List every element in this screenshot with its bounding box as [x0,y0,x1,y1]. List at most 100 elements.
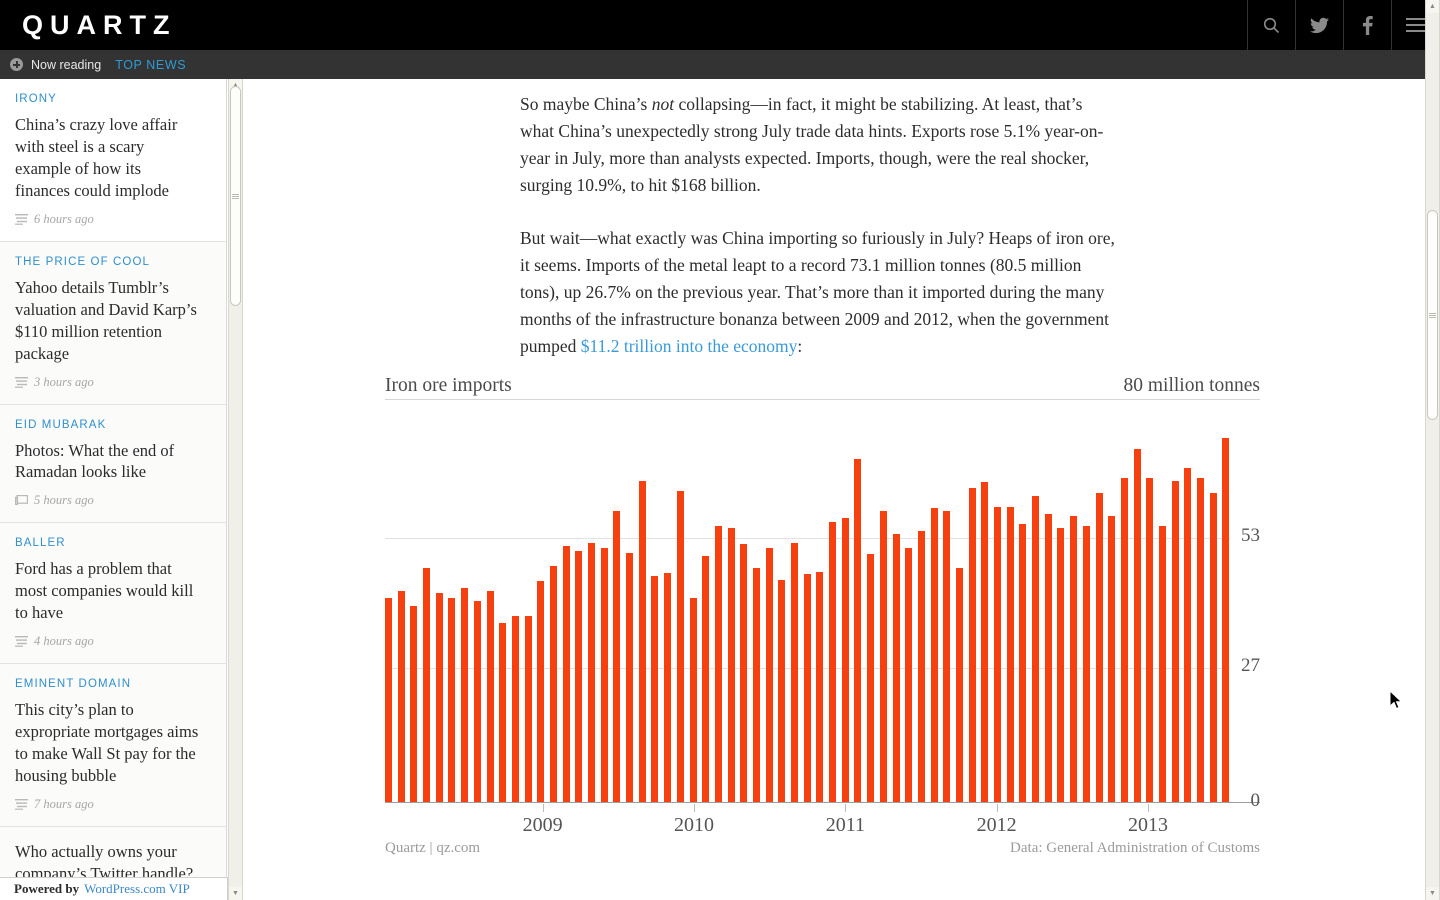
story-kicker[interactable]: IRONY [15,93,200,105]
chart-bar [1057,528,1065,803]
chart-x-tick [1148,804,1150,812]
story-kicker[interactable]: EMINENT DOMAIN [15,678,200,690]
quartz-logo[interactable]: QUARTZ [0,10,176,41]
chart-bar [1133,448,1141,803]
chart-top-axis-label: 80 million tonnes [1123,375,1261,396]
top-bar: QUARTZ [0,0,1440,50]
chart-bars [385,403,1230,803]
chart-bar [1006,506,1014,803]
story-kicker[interactable]: EID MUBARAK [15,419,200,431]
chart-bar [575,550,583,803]
chart-bar [740,544,748,803]
story-kicker[interactable]: BALLER [15,537,200,549]
story-list: IRONY China’s crazy love affair with stee… [0,79,226,900]
chart-bar [613,510,621,803]
chart-bar [905,548,913,803]
photo-icon [15,495,28,506]
story-timestamp: 7 hours ago [34,796,94,811]
story-sidebar[interactable]: IRONY China’s crazy love affair with stee… [0,79,227,900]
topbar-icon-group [1247,0,1440,50]
chart-bar [410,605,418,803]
chart-y-tick-label: 53 [1241,525,1260,546]
story-timestamp: 3 hours ago [34,374,94,389]
now-reading-section[interactable]: TOP NEWS [115,58,186,72]
chart-title: Iron ore imports [385,375,512,396]
main-scroll-up-arrow[interactable]: ▲ [1426,0,1439,13]
chart-bar [778,580,786,803]
chart-bar [917,530,925,803]
chart-bar [448,598,456,803]
chart-x-tick-label: 2009 [522,814,563,836]
chart-bar [626,553,634,803]
chart-bar [524,615,532,803]
chart-bar [651,575,659,803]
now-reading-label: Now reading [31,57,102,72]
now-reading-bar: Now reading TOP NEWS [0,50,1440,79]
chart-bar [791,543,798,803]
chart-bar [816,572,824,803]
chart-bar [714,525,722,803]
chart-x-tick [693,804,695,812]
chart-bar [1209,493,1217,803]
chart-bar [892,534,900,803]
wordpress-vip-link[interactable]: WordPress.com VIP [84,881,190,897]
story-item[interactable]: EID MUBARAK Photos: What the end of Ramad… [0,405,226,524]
chart-credit: Data: General Administration of Customs [1010,840,1260,856]
chart-bar [1222,437,1230,803]
story-item[interactable]: EMINENT DOMAIN This city’s plan to exprop… [0,664,226,827]
story-headline[interactable]: China’s crazy love affair with steel is … [15,114,200,202]
chart-bar [879,510,887,803]
chart-bar [930,508,938,803]
article-body: So maybe China’s not collapsing—in fact,… [520,91,1120,386]
chart-bar [689,598,697,803]
plus-circle-icon[interactable] [10,58,23,71]
story-headline[interactable]: Photos: What the end of Ramadan looks li… [15,440,200,484]
chart-bar [1146,478,1154,803]
chart-bar [664,573,672,803]
chart-bar [537,580,545,803]
main-scroll-thumb[interactable] [1427,210,1438,420]
chart-bar [600,548,608,803]
story-meta: 7 hours ago [15,797,200,812]
chart-bar [943,510,951,803]
story-headline[interactable]: Yahoo details Tumblr’s valuation and Dav… [15,277,200,365]
story-headline[interactable]: This city’s plan to expropriate mortgage… [15,699,200,787]
stimulus-link[interactable]: $11.2 trillion into the economy [581,336,798,356]
chart-x-tick-label: 2010 [673,814,714,836]
story-headline[interactable]: Ford has a problem that most companies w… [15,558,200,624]
chart-bar [752,568,760,803]
chart-bar [994,507,1001,803]
story-item[interactable]: THE PRICE OF COOL Yahoo details Tumblr’s … [0,242,226,405]
chart-bar [562,545,570,803]
facebook-icon[interactable] [1343,0,1391,50]
chart-bar [968,488,976,803]
story-kicker[interactable]: THE PRICE OF COOL [15,256,200,268]
search-icon[interactable] [1247,0,1295,50]
chart-y-tick-label: 27 [1241,655,1260,676]
scroll-grip-icon [232,193,239,199]
twitter-icon[interactable] [1295,0,1343,50]
story-item[interactable]: BALLER Ford has a problem that most compa… [0,523,226,665]
powered-by-prefix: Powered by [14,881,80,896]
chart-bar [435,593,443,803]
chart-bar [397,590,405,803]
chart-bar [841,518,849,803]
chart-bar [1032,495,1040,803]
chart-bar [1095,493,1103,803]
chart-bar [385,598,392,803]
main-scroll-down-arrow[interactable]: ▼ [1426,887,1439,900]
sidebar-scroll-down-arrow[interactable]: ▼ [229,887,242,900]
sidebar-scrollbar[interactable]: ▲ ▼ [228,79,243,900]
story-item[interactable]: IRONY China’s crazy love affair with stee… [0,79,226,242]
chart-x-axis-line [385,802,1260,803]
main-scrollbar[interactable]: ▲ ▼ [1425,0,1440,900]
sidebar-scroll-thumb[interactable] [230,86,241,306]
chart-bar [1171,480,1179,803]
article-paragraph-2: But wait—what exactly was China importin… [520,225,1120,360]
chart-bar [549,565,557,803]
story-meta: 6 hours ago [15,212,200,227]
chart-bar [1120,478,1128,803]
chart-bar [829,521,837,803]
chart-bar [955,568,963,803]
chart-bar [867,554,875,803]
